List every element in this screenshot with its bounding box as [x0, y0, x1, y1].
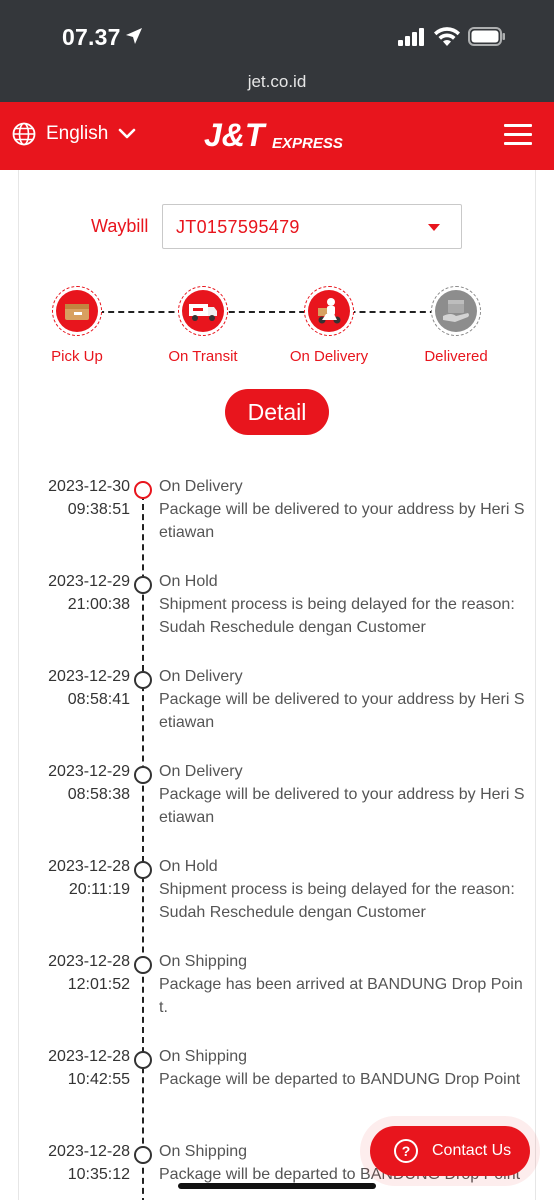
jt-express-logo[interactable]: J&T EXPRESS [202, 116, 352, 161]
event-status: On Shipping [159, 1143, 248, 1160]
hamburger-menu-icon[interactable] [504, 124, 532, 146]
timeline-event: 2023-12-28 20:11:19 On Hold Shipment pro… [0, 855, 554, 947]
waybill-select[interactable]: JT0157595479 [162, 204, 462, 249]
event-description: Package will be departed to BANDUNG Drop… [159, 1071, 521, 1088]
event-status: On Shipping [159, 1048, 248, 1065]
event-description: Package will be delivered to your addres… [159, 786, 525, 826]
question-bubble-icon: ? [394, 1139, 418, 1163]
step-on-transit: On Transit [133, 286, 273, 365]
event-datetime: 2023-12-30 09:38:51 [48, 475, 130, 521]
event-date: 2023-12-28 [48, 953, 130, 970]
language-label: English [46, 123, 109, 144]
contact-us-button[interactable]: ? Contact Us [370, 1126, 530, 1176]
event-time: 09:38:51 [67, 501, 130, 518]
event-status: On Delivery [159, 763, 243, 780]
chevron-down-icon [119, 128, 136, 139]
event-description: Package has been arrived at BANDUNG Drop… [159, 976, 523, 1016]
logo-graphic: J&T EXPRESS [204, 117, 343, 153]
timeline-event: 2023-12-29 21:00:38 On Hold Shipment pro… [0, 570, 554, 662]
event-status: On Hold [159, 573, 218, 590]
timeline-event: 2023-12-28 10:42:55 On Shipping Package … [0, 1045, 554, 1137]
courier-icon [318, 298, 341, 324]
event-time: 10:35:12 [67, 1166, 130, 1183]
step-label: On Delivery [289, 348, 369, 365]
step-label: Pick Up [51, 348, 103, 365]
step-label: Delivered [424, 348, 488, 365]
globe-icon [12, 122, 36, 146]
event-date: 2023-12-28 [48, 1048, 130, 1065]
event-date: 2023-12-28 [48, 1143, 130, 1160]
event-description: Shipment process is being delayed for th… [159, 881, 515, 921]
timeline-event: 2023-12-28 12:01:52 On Shipping Package … [0, 950, 554, 1042]
waybill-label: Waybill [91, 216, 149, 236]
event-date: 2023-12-29 [48, 763, 130, 780]
timeline-dot-current [134, 481, 152, 499]
event-time: 08:58:38 [67, 786, 130, 803]
location-arrow-icon [126, 28, 142, 44]
timeline-dot [134, 1146, 152, 1164]
app-header: English J&T EXPRESS [0, 102, 554, 170]
timeline-dot [134, 671, 152, 689]
status-time: 07.37 [62, 24, 121, 50]
event-datetime: 2023-12-29 08:58:38 [48, 760, 130, 806]
event-description: Shipment process is being delayed for th… [159, 596, 515, 636]
logo-main-text: J&T [204, 117, 267, 153]
pickup-box-icon [65, 304, 89, 320]
cellular-signal-icon [398, 27, 424, 46]
event-time: 21:00:38 [67, 596, 130, 613]
event-datetime: 2023-12-28 20:11:19 [48, 855, 130, 901]
step-label: On Transit [168, 348, 238, 365]
battery-icon [468, 27, 505, 46]
event-date: 2023-12-28 [48, 858, 130, 875]
dropdown-caret-icon [428, 224, 440, 231]
event-description: Package will be delivered to your addres… [159, 691, 525, 731]
step-pick-up: Pick Up [7, 286, 147, 365]
event-status: On Shipping [159, 953, 248, 970]
delivered-box-icon [443, 300, 469, 322]
timeline-event: 2023-12-29 08:58:38 On Delivery Package … [0, 760, 554, 852]
timeline-event: 2023-12-30 09:38:51 On Delivery Package … [0, 475, 554, 567]
event-status: On Hold [159, 858, 218, 875]
event-datetime: 2023-12-28 10:35:12 [48, 1140, 130, 1186]
event-datetime: 2023-12-29 21:00:38 [48, 570, 130, 616]
event-date: 2023-12-29 [48, 573, 130, 590]
language-selector[interactable]: English [12, 122, 136, 146]
timeline-dot [134, 1051, 152, 1069]
status-bar: 07.37 jet.co.id [0, 0, 554, 102]
event-time: 08:58:41 [67, 691, 130, 708]
event-time: 20:11:19 [68, 881, 130, 898]
event-datetime: 2023-12-28 10:42:55 [48, 1045, 130, 1091]
detail-button[interactable]: Detail [225, 389, 329, 435]
waybill-value: JT0157595479 [176, 217, 300, 237]
step-on-delivery: On Delivery [259, 286, 399, 365]
timeline-dot [134, 576, 152, 594]
event-time: 10:42:55 [67, 1071, 130, 1088]
event-status: On Delivery [159, 478, 243, 495]
truck-icon [189, 304, 217, 321]
event-datetime: 2023-12-29 08:58:41 [48, 665, 130, 711]
timeline-dot [134, 956, 152, 974]
event-date: 2023-12-29 [48, 668, 130, 685]
timeline-dot [134, 766, 152, 784]
home-indicator[interactable] [178, 1183, 376, 1189]
event-time: 12:01:52 [67, 976, 130, 993]
step-delivered: Delivered [386, 286, 526, 365]
contact-us-label: Contact Us [432, 1142, 512, 1159]
wifi-icon [434, 27, 460, 46]
event-status: On Delivery [159, 668, 243, 685]
timeline-event: 2023-12-29 08:58:41 On Delivery Package … [0, 665, 554, 757]
event-date: 2023-12-30 [48, 478, 130, 495]
timeline-dot [134, 861, 152, 879]
logo-sub-text: EXPRESS [272, 135, 343, 152]
url-bar[interactable]: jet.co.id [0, 72, 554, 92]
event-description: Package will be delivered to your addres… [159, 501, 525, 541]
event-datetime: 2023-12-28 12:01:52 [48, 950, 130, 996]
